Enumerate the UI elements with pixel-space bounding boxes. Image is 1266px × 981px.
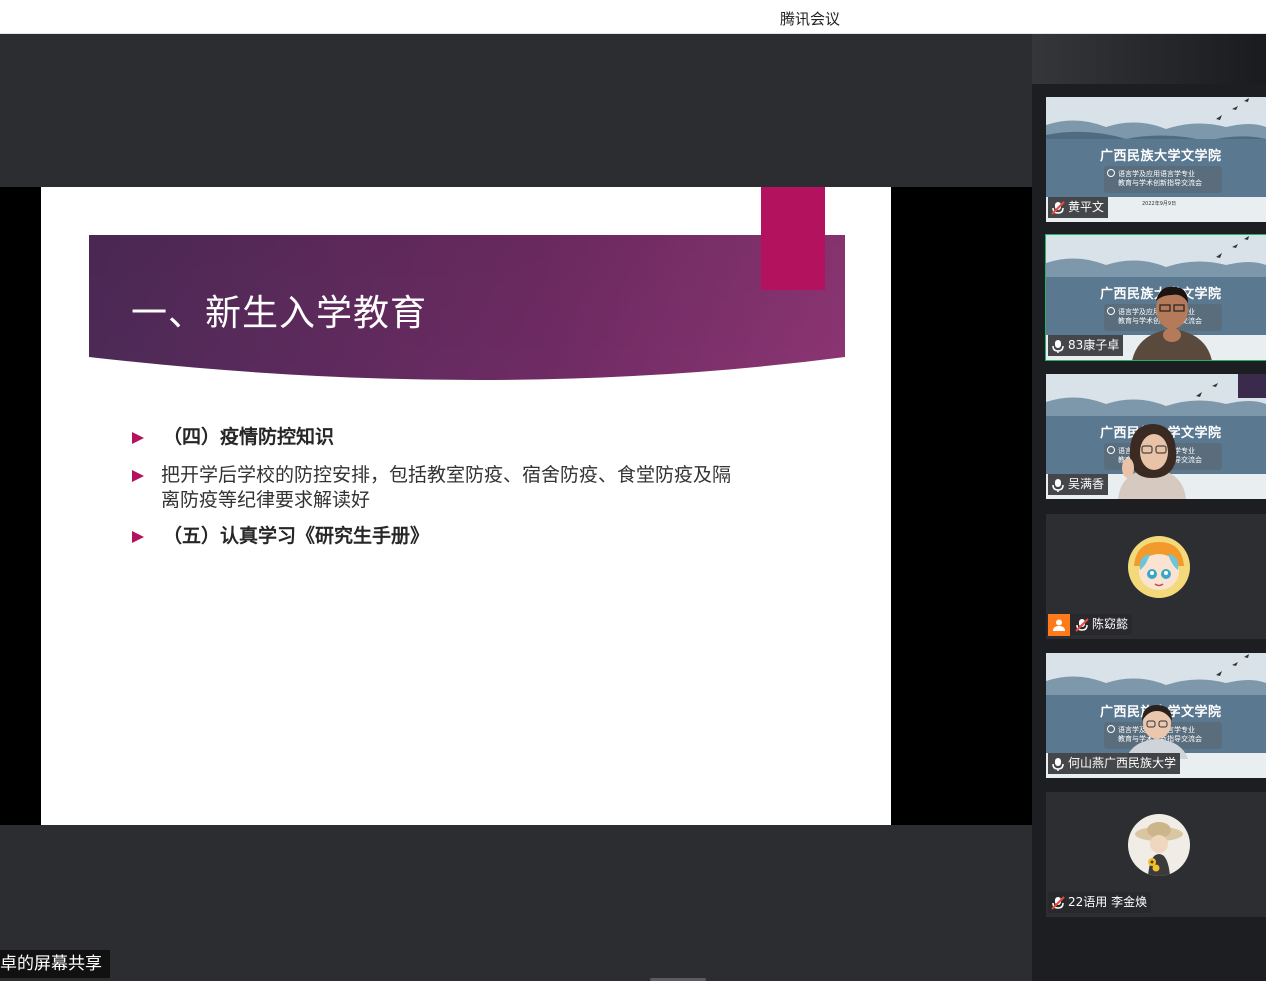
participant-camera-person: [1118, 424, 1186, 499]
background-banner-date: 2022年9月9日: [1142, 201, 1177, 207]
participant-name: 吴满香: [1068, 477, 1105, 491]
participant-nameplate: 22语用 李金焕: [1048, 892, 1152, 913]
microphone-icon: [1052, 757, 1064, 771]
participant-name: 黄平文: [1068, 200, 1105, 214]
participant-tile[interactable]: 广西民族大学文学院 语言学及应用语言学专业 教育与学术创新指导交流会 2022年…: [1046, 97, 1266, 222]
triangle-right-icon: [131, 469, 145, 485]
participant-camera-person: [1126, 705, 1188, 759]
avatar-image: [1128, 814, 1190, 876]
window-title: 腾讯会议: [779, 10, 840, 28]
participant-camera-person: [1132, 286, 1212, 360]
participant-nameplate: 陈窈懿: [1046, 613, 1133, 636]
background-banner-title: 广西民族大学文学院: [1100, 149, 1222, 164]
microphone-muted-icon: [1051, 895, 1065, 910]
slide-title: 一、新生入学教育: [131, 293, 428, 334]
microphone-muted-icon: [1051, 200, 1065, 215]
participant-nameplate: 何山燕广西民族大学: [1048, 753, 1181, 774]
participant-tile[interactable]: 广西民族大学文学院 语言学及应用语言学专业 教育与学术创新指导交流会 吴满香: [1046, 374, 1266, 499]
slide-bullet-text: （五）认真学习《研究生手册》: [163, 525, 430, 547]
participant-tile[interactable]: 广西民族大学文学院 语言学及应用语言学专业 教育与学术创新指导交流会 83康子卓: [1045, 234, 1266, 361]
sidebar-header: [1032, 34, 1266, 84]
slide-accent-tab: [761, 187, 825, 290]
microphone-icon: [1052, 478, 1064, 492]
participant-name: 22语用 李金焕: [1068, 895, 1148, 909]
slide-bullet-text: 把开学后学校的防控安排，包括教室防疫、宿舍防疫、食堂防疫及隔离防疫等纪律要求解读…: [161, 464, 732, 511]
slide-bullet: （五）认真学习《研究生手册》: [131, 524, 429, 549]
participant-nameplate: 黄平文: [1048, 197, 1109, 218]
microphone-icon: [1052, 339, 1064, 353]
slide-bullet: （四）疫情防控知识: [131, 425, 334, 450]
screen-share-label: 卓的屏幕共享: [0, 950, 110, 978]
participant-nameplate: 吴满香: [1048, 474, 1109, 495]
meeting-window: 腾讯会议 一、新生入学教育 （四）疫情防控知识 把开学后学校的防控安排，包括教室…: [0, 0, 1266, 981]
triangle-right-icon: [131, 530, 147, 546]
participant-tile[interactable]: 陈窈懿: [1046, 514, 1266, 639]
participant-tile[interactable]: 广西民族大学文学院 语言学及应用语言学专业 教育与学术创新指导交流会 何山燕广西…: [1046, 653, 1266, 778]
participant-video-list[interactable]: 广西民族大学文学院 语言学及应用语言学专业 教育与学术创新指导交流会 2022年…: [1032, 34, 1266, 981]
slide-bullet-text: （四）疫情防控知识: [163, 426, 335, 448]
triangle-right-icon: [131, 431, 147, 447]
participant-name: 何山燕广西民族大学: [1068, 756, 1177, 770]
participant-nameplate: 83康子卓: [1048, 335, 1124, 356]
avatar: [1128, 536, 1190, 598]
user-icon: [1048, 613, 1070, 636]
background-banner-subtitle-line: 语言学及应用语言学专业: [1118, 170, 1195, 178]
avatar: [1128, 814, 1190, 876]
title-bar: 腾讯会议: [0, 0, 1266, 34]
avatar-image: [1128, 536, 1190, 598]
participant-name: 陈窈懿: [1092, 617, 1129, 631]
participant-name: 83康子卓: [1068, 338, 1120, 352]
slide-bullet: 把开学后学校的防控安排，包括教室防疫、宿舍防疫、食堂防疫及隔离防疫等纪律要求解读…: [131, 463, 731, 513]
participant-tile[interactable]: 22语用 李金焕: [1046, 792, 1266, 917]
screen-share-area[interactable]: 一、新生入学教育 （四）疫情防控知识 把开学后学校的防控安排，包括教室防疫、宿舍…: [0, 34, 1032, 981]
background-banner-subtitle: 语言学及应用语言学专业 教育与学术创新指导交流会: [1104, 166, 1222, 193]
presentation-slide: 一、新生入学教育 （四）疫情防控知识 把开学后学校的防控安排，包括教室防疫、宿舍…: [41, 187, 891, 825]
background-banner-subtitle-line: 教育与学术创新指导交流会: [1118, 179, 1202, 187]
microphone-muted-icon: [1075, 617, 1089, 632]
